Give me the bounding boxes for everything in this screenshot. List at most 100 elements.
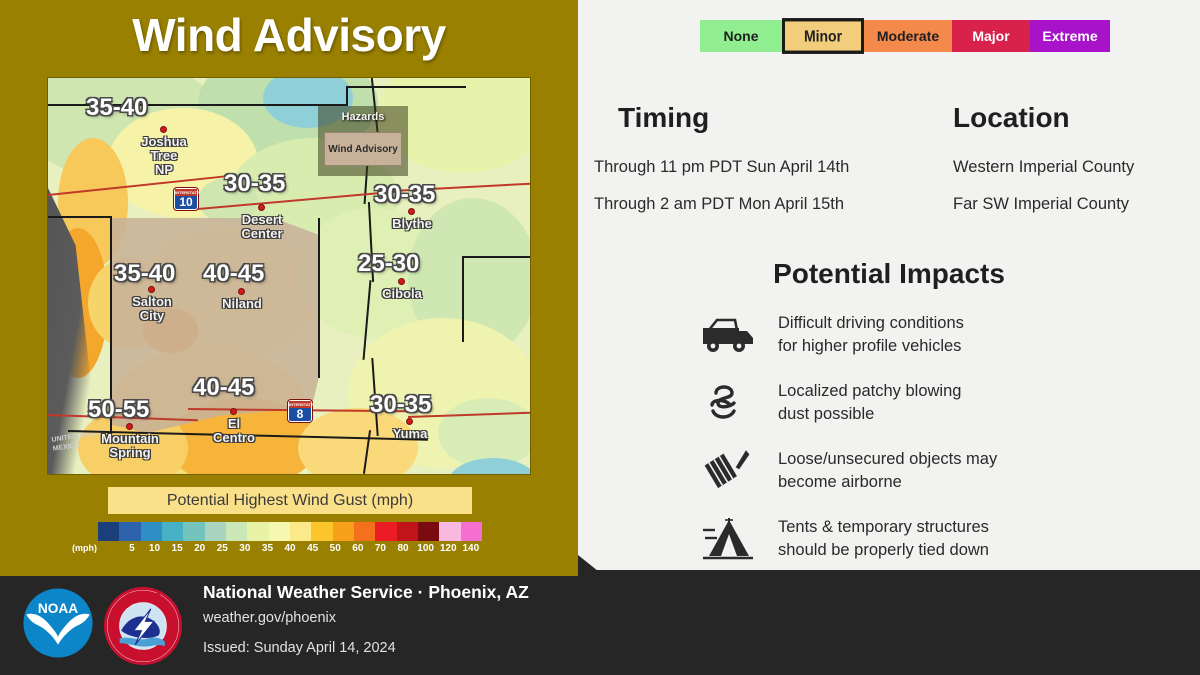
scale-swatch: [183, 522, 205, 541]
issued-timestamp: Issued: Sunday April 14, 2024: [203, 640, 396, 656]
city-marker: [230, 408, 237, 415]
nws-logo: WEATHER ★ ★ ★: [104, 587, 182, 665]
interstate-shield-8: INTERSTATE 8: [288, 400, 314, 422]
impact-text: Localized patchy blowing dust possible: [778, 382, 962, 423]
scale-swatch: [204, 522, 226, 541]
scale-unit-label: (mph): [72, 543, 97, 553]
city-label: Mountain Spring: [101, 431, 159, 460]
airborne-debris-icon: [696, 444, 760, 498]
scale-tick: 100: [417, 543, 434, 554]
impact-item: Difficult driving conditions for higher …: [696, 308, 1196, 362]
blowing-dust-icon: [696, 376, 760, 430]
timing-line-1: Through 11 pm PDT Sun April 14th: [594, 158, 850, 176]
svg-text:NOAA: NOAA: [38, 601, 78, 616]
severity-level-none[interactable]: None: [700, 20, 782, 52]
city-marker: [398, 278, 405, 285]
scale-tick-labels: 5 10 15 20 25 30 35 40 45 50 60 70 80 100 120 140: [98, 543, 482, 554]
gust-value-label: 35-40: [86, 94, 148, 121]
scale-tick: 20: [194, 543, 206, 554]
state-boundary: [346, 88, 348, 106]
scale-tick: 15: [171, 543, 183, 554]
scale-swatch: [98, 522, 120, 541]
gust-value-label: 50-55: [88, 396, 150, 423]
location-line-2: Far SW Imperial County: [953, 195, 1130, 213]
location-line-1: Western Imperial County: [953, 158, 1135, 176]
impact-text: Difficult driving conditions for higher …: [778, 314, 964, 355]
footer-accent-stripe: [0, 570, 578, 576]
shield-banner: INTERSTATE: [175, 189, 200, 196]
details-right-panel: None Minor Moderate Major Extreme Timing Thr…: [578, 0, 1200, 590]
city-label: Cibola: [382, 286, 422, 301]
city-marker: [238, 288, 245, 295]
hazards-legend-title: Hazards: [341, 111, 385, 123]
wind-gust-map[interactable]: UNITED STATES MEXICO Hazards Wind Adviso…: [48, 78, 530, 474]
severity-level-minor[interactable]: Minor: [782, 18, 864, 54]
gust-value-label: 30-35: [374, 181, 436, 208]
gust-value-label: 40-45: [203, 260, 265, 287]
scale-swatch: [247, 522, 269, 541]
county-boundary: [318, 218, 320, 378]
scale-swatch: [140, 522, 162, 541]
timing-heading: Timing: [618, 102, 710, 133]
scale-swatch: [396, 522, 418, 541]
scale-swatch: [439, 522, 461, 541]
scale-tick: 35: [261, 543, 274, 554]
scale-swatch: [289, 522, 312, 541]
scale-swatch: [375, 522, 397, 541]
scale-tick: 70: [374, 543, 386, 554]
impact-text: Tents & temporary structures should be p…: [778, 518, 989, 559]
severity-level-moderate[interactable]: Moderate: [864, 20, 952, 52]
location-heading: Location: [953, 102, 1070, 133]
severity-level-extreme[interactable]: Extreme: [1030, 20, 1110, 52]
gust-value-label: 35-40: [114, 260, 176, 287]
city-marker: [160, 126, 167, 133]
gust-color-scale: (mph) 5 10 15 20 25 30 35 40 45 50 60 70 80 100 120 140: [72, 522, 482, 554]
impact-text: Loose/unsecured objects may become airbo…: [778, 450, 998, 491]
scale-tick: 10: [148, 543, 161, 554]
scale-color-bar: [98, 522, 482, 541]
severity-level-major[interactable]: Major: [952, 20, 1030, 52]
nws-website-url[interactable]: weather.gov/phoenix: [203, 610, 336, 626]
scale-tick: 80: [397, 543, 409, 554]
state-boundary: [462, 256, 464, 342]
city-label: Yuma: [392, 426, 428, 441]
severity-scale[interactable]: None Minor Moderate Major Extreme: [700, 18, 1110, 54]
interstate-shield-10: INTERSTATE 10: [174, 188, 200, 210]
scale-tick: 50: [329, 543, 341, 554]
scale-swatch: [119, 522, 141, 541]
page-title: Wind Advisory: [132, 9, 446, 61]
scale-swatch: [460, 522, 482, 541]
city-marker: [126, 423, 133, 430]
scale-swatch: [417, 522, 440, 541]
impact-item: Loose/unsecured objects may become airbo…: [696, 444, 1196, 498]
impact-item: Tents & temporary structures should be p…: [696, 512, 1196, 566]
svg-text:WEATHER: WEATHER: [126, 593, 161, 600]
gust-value-label: 40-45: [193, 374, 255, 401]
scale-tick: 25: [216, 543, 228, 554]
scale-tick: 140: [462, 543, 480, 554]
timing-line-2: Through 2 am PDT Mon April 15th: [594, 195, 845, 213]
impact-item: Localized patchy blowing dust possible: [696, 376, 1196, 430]
scale-tick: 40: [284, 543, 296, 554]
scale-swatch: [161, 522, 184, 541]
nws-office-name: National Weather Service · Phoenix, AZ: [203, 582, 529, 602]
truck-icon: [696, 308, 760, 362]
scale-tick: 45: [307, 543, 319, 554]
scale-swatch: [353, 522, 376, 541]
impacts-heading: Potential Impacts: [773, 258, 1005, 289]
city-label: Niland: [222, 296, 262, 311]
scale-tick: 120: [439, 543, 457, 554]
city-marker: [408, 208, 415, 215]
shield-banner: INTERSTATE: [289, 401, 314, 408]
scale-tick: 60: [352, 543, 364, 554]
scale-swatch: [311, 522, 333, 541]
scale-tick: 5: [129, 543, 135, 554]
city-label: Desert Center: [241, 212, 283, 241]
city-label: El Centro: [213, 416, 255, 445]
map-legend-title: Potential Highest Wind Gust (mph): [108, 487, 472, 514]
gust-value-label: 30-35: [370, 391, 432, 418]
advisory-left-panel: Wind Advisory UNITED STATES MEXICO Hazar…: [0, 0, 578, 570]
tent-icon: [696, 512, 760, 566]
city-marker: [406, 418, 413, 425]
scale-swatch: [268, 522, 290, 541]
